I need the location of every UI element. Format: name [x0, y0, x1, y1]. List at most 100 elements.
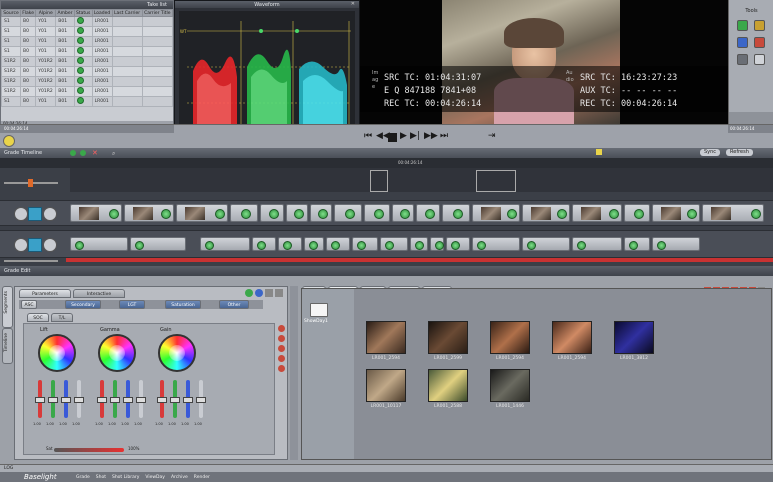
- tab-parameters[interactable]: Parameters: [19, 289, 71, 298]
- grade-status-icon[interactable]: [557, 209, 567, 219]
- grade-status-icon[interactable]: [357, 241, 366, 250]
- grade-status-icon[interactable]: [400, 209, 410, 219]
- grade-status-icon[interactable]: [257, 241, 266, 250]
- still-thumbnail[interactable]: [490, 369, 530, 402]
- track-solo-icon[interactable]: [43, 207, 57, 221]
- column-header[interactable]: Last Carrier: [111, 9, 143, 17]
- grade-status-icon[interactable]: [161, 209, 171, 219]
- still-thumbnail[interactable]: [614, 321, 654, 354]
- mode-tab-saturation[interactable]: Saturation: [165, 300, 201, 309]
- warning-icon[interactable]: [3, 135, 15, 147]
- loop-icon[interactable]: ⇥: [488, 131, 496, 141]
- timeline-clip[interactable]: [652, 204, 700, 222]
- channel-slider[interactable]: [157, 380, 167, 418]
- go-to-end-icon[interactable]: ⏭: [440, 131, 448, 141]
- grade-status-icon[interactable]: [609, 209, 619, 219]
- grade-status-icon[interactable]: [634, 209, 644, 219]
- taskbar-item[interactable]: Shot: [96, 475, 106, 480]
- table-row[interactable]: S1 B0 Y01 B01 LR001: [1, 96, 174, 107]
- table-row[interactable]: S1R2 B0 Y01R2 B01 LR001: [1, 76, 174, 87]
- track-lock-icon[interactable]: [14, 238, 28, 252]
- slider-knob[interactable]: [157, 397, 167, 403]
- grade-status-icon[interactable]: [215, 209, 225, 219]
- channel-slider[interactable]: [97, 380, 107, 418]
- mode-tab-asc[interactable]: ASC: [21, 300, 37, 309]
- fast-forward-icon[interactable]: ▶▶: [424, 131, 438, 141]
- timeline-clip[interactable]: [624, 204, 650, 222]
- table-row[interactable]: S1R2 B0 Y01R2 B01 LR001: [1, 86, 174, 97]
- channel-slider[interactable]: [48, 380, 58, 418]
- taskbar-item[interactable]: Render: [194, 475, 210, 480]
- grade-status-icon[interactable]: [451, 241, 460, 250]
- track-video-icon[interactable]: [28, 207, 42, 221]
- sync-button[interactable]: Sync: [700, 149, 721, 156]
- grade-clip[interactable]: [252, 237, 276, 251]
- grade-status-icon[interactable]: [751, 209, 761, 219]
- options-icon[interactable]: [265, 289, 273, 297]
- tool-icon[interactable]: [278, 325, 285, 332]
- slider-knob[interactable]: [74, 397, 84, 403]
- column-header[interactable]: Status: [73, 9, 93, 17]
- grade-status-icon[interactable]: [577, 241, 586, 250]
- grade-status-icon[interactable]: [507, 209, 517, 219]
- timeline-clip[interactable]: [310, 204, 332, 222]
- layer-stack[interactable]: [476, 170, 516, 192]
- taskbar-item[interactable]: ViewDay: [145, 475, 165, 480]
- timeline-clip[interactable]: [286, 204, 308, 222]
- tool-icon[interactable]: [278, 345, 285, 352]
- grade-status-icon[interactable]: [415, 241, 424, 250]
- go-to-start-icon[interactable]: ⏮: [364, 131, 372, 141]
- side-tab-segments[interactable]: Segments: [2, 286, 13, 328]
- mode-tab-other[interactable]: Other: [219, 300, 249, 309]
- still-thumbnail[interactable]: [428, 369, 468, 402]
- track-solo-icon[interactable]: [43, 238, 57, 252]
- channel-slider[interactable]: [35, 380, 45, 418]
- channel-slider[interactable]: [136, 380, 146, 418]
- channel-slider[interactable]: [123, 380, 133, 418]
- column-header[interactable]: Loaded: [91, 9, 113, 17]
- grade-status-icon[interactable]: [109, 209, 119, 219]
- grade-clip[interactable]: [200, 237, 250, 251]
- column-header[interactable]: Source: [1, 9, 21, 17]
- grade-status-icon[interactable]: [75, 241, 84, 250]
- timeline-clip[interactable]: [522, 204, 570, 222]
- lift-color-wheel[interactable]: [38, 334, 76, 372]
- grade-clip[interactable]: [446, 237, 470, 251]
- timeline-clip[interactable]: [230, 204, 258, 222]
- timeline-clip[interactable]: [176, 204, 228, 222]
- table-row[interactable]: S1 B0 Y01 B01 LR001: [1, 26, 174, 37]
- track-audio-icon[interactable]: [28, 238, 42, 252]
- grade-status-icon[interactable]: [374, 209, 384, 219]
- timeline-clip[interactable]: [472, 204, 520, 222]
- grade-status-icon[interactable]: [294, 209, 304, 219]
- channel-slider[interactable]: [74, 380, 84, 418]
- timeline-ruler[interactable]: 00:04:26:14: [0, 158, 773, 168]
- grade-clip[interactable]: [380, 237, 408, 251]
- still-thumbnail[interactable]: [490, 321, 530, 354]
- slider-knob[interactable]: [110, 397, 120, 403]
- grade-clip[interactable]: [304, 237, 324, 251]
- tool-shape-icon[interactable]: [753, 54, 765, 65]
- close-icon[interactable]: ✕: [351, 1, 355, 7]
- column-header[interactable]: Alpine: [35, 9, 57, 17]
- stop-icon[interactable]: [388, 133, 397, 142]
- grade-status-icon[interactable]: [527, 241, 536, 250]
- mode-tab-lgt[interactable]: LGT: [119, 300, 145, 309]
- still-thumbnail[interactable]: [552, 321, 592, 354]
- tool-matte-icon[interactable]: [753, 37, 765, 48]
- grade-status-icon[interactable]: [205, 241, 214, 250]
- grade-status-icon[interactable]: [318, 209, 328, 219]
- grade-status-icon[interactable]: [687, 209, 697, 219]
- channel-slider[interactable]: [196, 380, 206, 418]
- sub-tab-tl[interactable]: T/L: [51, 313, 73, 322]
- table-row[interactable]: S1 B0 Y01 B01 LR001: [1, 46, 174, 57]
- still-thumbnail[interactable]: [366, 321, 406, 354]
- grade-status-icon[interactable]: [629, 241, 638, 250]
- grade-status-icon[interactable]: [283, 241, 292, 250]
- play-icon[interactable]: ▶: [400, 131, 407, 141]
- timeline-clip[interactable]: [364, 204, 390, 222]
- view-icon[interactable]: [255, 289, 263, 297]
- column-header[interactable]: Amber: [55, 9, 75, 17]
- slider-knob[interactable]: [61, 397, 71, 403]
- slider-knob[interactable]: [170, 397, 180, 403]
